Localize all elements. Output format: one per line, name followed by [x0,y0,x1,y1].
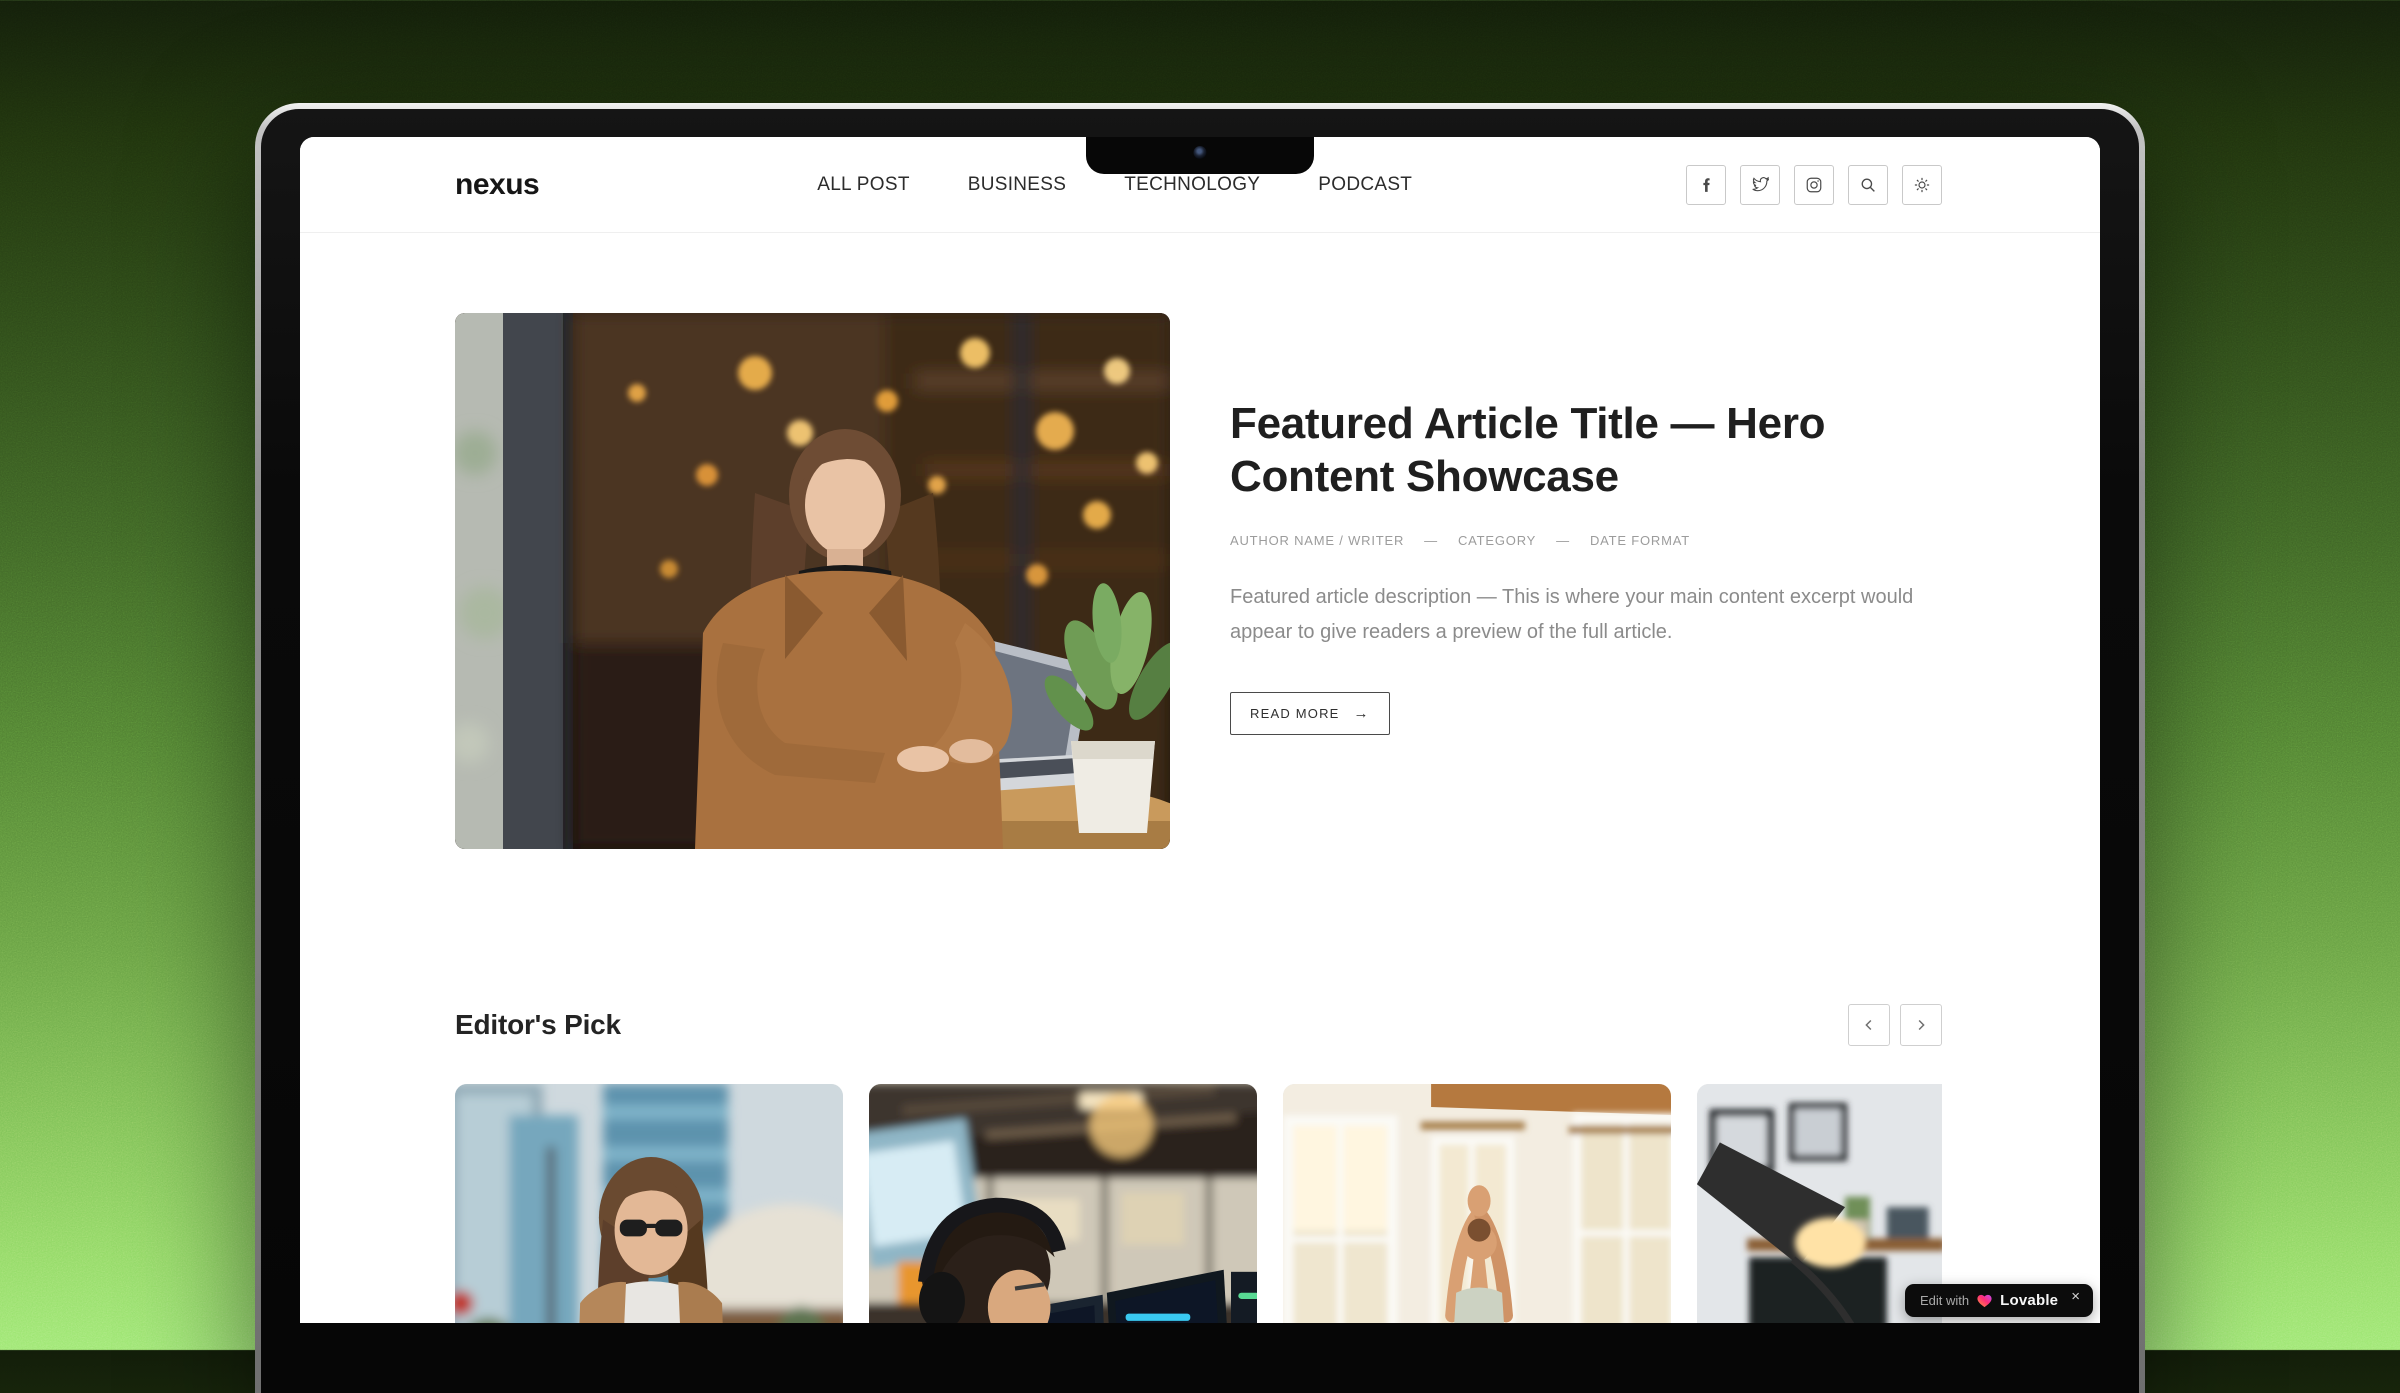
lovable-badge-close-icon[interactable]: × [2071,1292,2080,1302]
site-logo[interactable]: nexus [455,168,539,202]
theme-toggle-button[interactable] [1902,165,1942,205]
featured-article-description: Featured article description — This is w… [1230,580,1942,650]
editors-pick-section: Editor's Pick [300,849,2100,1323]
search-button[interactable] [1848,165,1888,205]
meta-separator: — [1556,533,1570,548]
facebook-button[interactable] [1686,165,1726,205]
laptop-camera [1194,146,1207,159]
nav-item-business[interactable]: BUSINESS [968,174,1067,196]
laptop-bezel: nexus ALL POST BUSINESS TECHNOLOGY PODCA… [261,109,2139,1393]
card-home-office[interactable] [1697,1084,1942,1323]
instagram-icon [1805,176,1823,194]
carousel-prev-button[interactable] [1848,1004,1890,1046]
featured-article-section: Featured Article Title — Hero Content Sh… [300,233,2100,849]
search-icon [1859,176,1877,194]
nav-item-podcast[interactable]: PODCAST [1318,174,1412,196]
editors-pick-carousel [455,1084,1942,1323]
featured-date: DATE FORMAT [1590,533,1690,548]
featured-article-image[interactable] [455,313,1170,849]
lovable-badge-brand: Lovable [2000,1292,2058,1309]
featured-article-meta: AUTHOR NAME / WRITER — CATEGORY — DATE F… [1230,533,1942,548]
featured-category[interactable]: CATEGORY [1458,533,1536,548]
card-home-yoga[interactable] [1283,1084,1671,1323]
arrow-right-icon: → [1354,705,1370,722]
twitter-button[interactable] [1740,165,1780,205]
twitter-icon [1751,175,1770,194]
chevron-right-icon [1912,1016,1930,1034]
lovable-badge[interactable]: Edit with Lovable × [1905,1284,2093,1317]
sun-icon [1913,176,1931,194]
facebook-icon [1697,176,1715,194]
lovable-badge-prefix: Edit with [1920,1293,1969,1308]
meta-separator: — [1424,533,1438,548]
nav-item-technology[interactable]: TECHNOLOGY [1124,174,1260,196]
read-more-button[interactable]: READ MORE → [1230,692,1390,735]
laptop-frame: nexus ALL POST BUSINESS TECHNOLOGY PODCA… [255,103,2145,1393]
laptop-notch [1086,137,1314,174]
instagram-button[interactable] [1794,165,1834,205]
laptop-screen: nexus ALL POST BUSINESS TECHNOLOGY PODCA… [300,137,2100,1323]
card-developer-workspace[interactable] [869,1084,1257,1323]
featured-article-title: Featured Article Title — Hero Content Sh… [1230,397,1850,503]
carousel-next-button[interactable] [1900,1004,1942,1046]
carousel-controls [1848,1004,1942,1046]
chevron-left-icon [1860,1016,1878,1034]
editors-pick-header: Editor's Pick [455,1004,1942,1046]
header-icon-buttons [1686,165,1942,205]
read-more-label: READ MORE [1250,706,1340,721]
featured-article-text: Featured Article Title — Hero Content Sh… [1230,313,1942,849]
lovable-heart-icon [1976,1292,1993,1309]
featured-author[interactable]: AUTHOR NAME / WRITER [1230,533,1404,548]
card-street-fashion[interactable] [455,1084,843,1323]
website-page: nexus ALL POST BUSINESS TECHNOLOGY PODCA… [300,137,2100,1323]
nav-item-all-post[interactable]: ALL POST [817,174,910,196]
editors-pick-heading: Editor's Pick [455,1009,621,1041]
main-nav: ALL POST BUSINESS TECHNOLOGY PODCAST [817,174,1412,196]
